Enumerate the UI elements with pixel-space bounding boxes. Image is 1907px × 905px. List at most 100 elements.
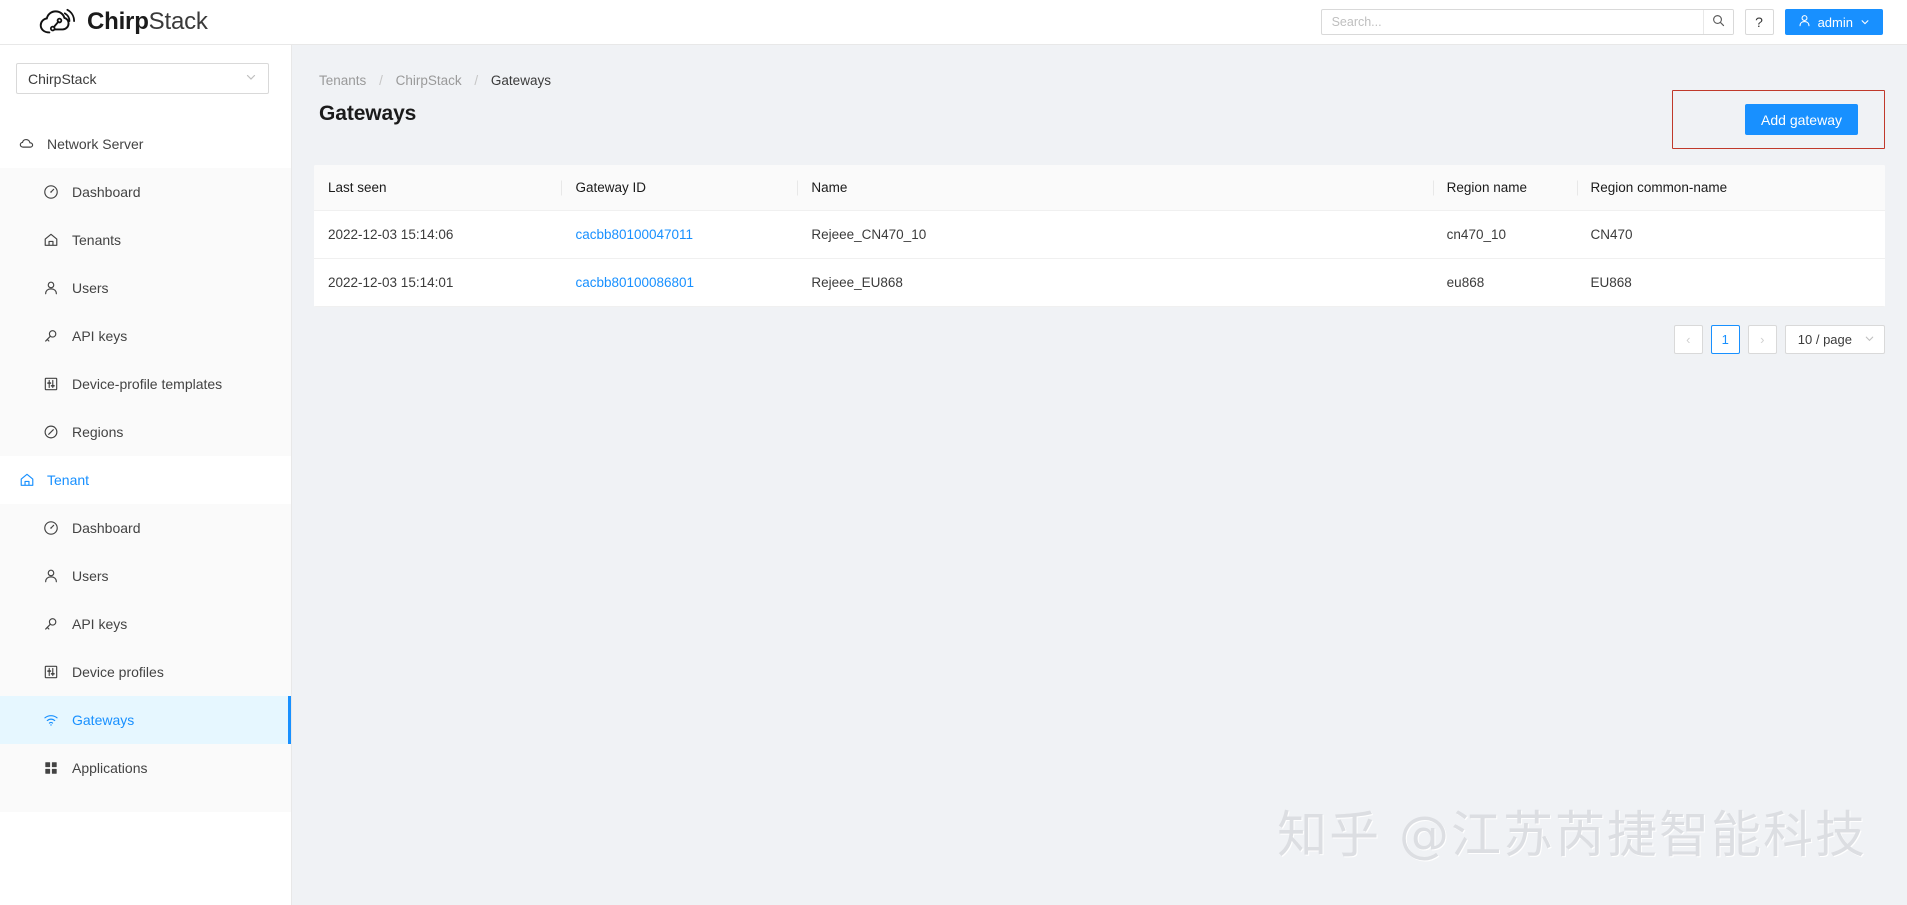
breadcrumb-item-tenants[interactable]: Tenants xyxy=(319,73,366,88)
sidebar-group-label: Network Server xyxy=(47,136,143,152)
add-gateway-button[interactable]: Add gateway xyxy=(1745,104,1858,135)
sidebar-item-label: Applications xyxy=(72,760,148,776)
sidebar-group-label: Tenant xyxy=(47,472,89,488)
key-icon xyxy=(42,328,59,345)
dashboard-icon xyxy=(42,184,59,201)
sidebar-item-label: Dashboard xyxy=(72,520,141,536)
gateways-table: Last seen Gateway ID Name Region name Re… xyxy=(314,165,1885,307)
sliders-icon xyxy=(42,376,59,393)
sidebar-item-label: API keys xyxy=(72,616,127,632)
sidebar-item-api-keys[interactable]: API keys xyxy=(0,312,291,360)
breadcrumb: Tenants / ChirpStack / Gateways xyxy=(319,73,1907,88)
sidebar-item-label: Regions xyxy=(72,424,123,440)
breadcrumb-separator: / xyxy=(474,73,478,88)
search-box[interactable] xyxy=(1321,9,1734,35)
breadcrumb-item-chirpstack[interactable]: ChirpStack xyxy=(396,73,462,88)
cell-last-seen: 2022-12-03 15:14:01 xyxy=(314,259,561,307)
sidebar-item-label: API keys xyxy=(72,328,127,344)
chevron-down-icon xyxy=(1860,15,1870,30)
cell-gateway-id: cacbb80100086801 xyxy=(561,259,797,307)
user-icon xyxy=(42,568,59,585)
user-icon xyxy=(42,280,59,297)
column-header-gateway-id[interactable]: Gateway ID xyxy=(561,165,797,211)
table-row[interactable]: 2022-12-03 15:14:06 cacbb80100047011 Rej… xyxy=(314,211,1885,259)
breadcrumb-item-gateways: Gateways xyxy=(491,73,551,88)
cloud-icon xyxy=(18,136,35,153)
pagination-prev-button[interactable]: ‹ xyxy=(1674,325,1703,354)
sidebar-item-label: Users xyxy=(72,568,109,584)
sidebar-item-device-profile-templates[interactable]: Device-profile templates xyxy=(0,360,291,408)
grid-icon xyxy=(42,760,59,777)
header-actions: ? admin xyxy=(1321,9,1883,35)
gateway-id-link[interactable]: cacbb80100047011 xyxy=(575,227,693,242)
gateway-id-link[interactable]: cacbb80100086801 xyxy=(575,275,694,290)
key-icon xyxy=(42,616,59,633)
sidebar-item-users[interactable]: Users xyxy=(0,264,291,312)
sidebar-item-label: Device-profile templates xyxy=(72,376,222,392)
sidebar-item-label: Tenants xyxy=(72,232,121,248)
sidebar-item-tenant-dashboard[interactable]: Dashboard xyxy=(0,504,291,552)
search-input[interactable] xyxy=(1322,10,1703,34)
sidebar-item-applications[interactable]: Applications xyxy=(0,744,291,792)
admin-label: admin xyxy=(1818,15,1853,30)
logo-wordmark: ChirpStack xyxy=(87,10,208,34)
sliders-icon xyxy=(42,664,59,681)
sidebar-item-dashboard[interactable]: Dashboard xyxy=(0,168,291,216)
cell-last-seen: 2022-12-03 15:14:06 xyxy=(314,211,561,259)
pagination-next-button[interactable]: › xyxy=(1748,325,1777,354)
sidebar: ChirpStack Network Server Dashboard xyxy=(0,45,292,905)
table-row[interactable]: 2022-12-03 15:14:01 cacbb80100086801 Rej… xyxy=(314,259,1885,307)
column-header-name[interactable]: Name xyxy=(797,165,1432,211)
column-header-region-common-name[interactable]: Region common-name xyxy=(1577,165,1885,211)
sidebar-group-network-server[interactable]: Network Server xyxy=(0,120,291,168)
page-header: Tenants / ChirpStack / Gateways Gateways… xyxy=(292,45,1907,165)
sidebar-item-regions[interactable]: Regions xyxy=(0,408,291,456)
sidebar-bottom-spacer xyxy=(0,792,291,812)
tenant-selector-value: ChirpStack xyxy=(28,71,245,87)
column-header-last-seen[interactable]: Last seen xyxy=(314,165,561,211)
chevron-down-icon xyxy=(245,70,257,88)
cell-name: Rejeee_EU868 xyxy=(797,259,1432,307)
wifi-icon xyxy=(42,712,59,729)
sidebar-item-label: Users xyxy=(72,280,109,296)
watermark: 知乎 @江苏芮捷智能科技 xyxy=(1277,795,1867,867)
breadcrumb-separator: / xyxy=(379,73,383,88)
chevron-down-icon xyxy=(1864,332,1875,347)
sidebar-item-label: Gateways xyxy=(72,712,134,728)
cell-region-name: eu868 xyxy=(1433,259,1577,307)
page-size-label: 10 / page xyxy=(1798,332,1852,347)
main-content: Tenants / ChirpStack / Gateways Gateways… xyxy=(292,45,1907,905)
home-icon xyxy=(42,232,59,249)
add-gateway-highlight-box: Add gateway xyxy=(1672,90,1885,149)
column-header-region-name[interactable]: Region name xyxy=(1433,165,1577,211)
page-title: Gateways xyxy=(319,102,1907,126)
cell-name: Rejeee_CN470_10 xyxy=(797,211,1432,259)
help-button[interactable]: ? xyxy=(1745,9,1774,35)
app-header: ChirpStack ? admin xyxy=(0,0,1907,45)
chirpstack-logo[interactable]: ChirpStack xyxy=(38,7,208,37)
sidebar-item-label: Dashboard xyxy=(72,184,141,200)
logo-word-stack: Stack xyxy=(149,8,208,35)
cloud-signal-logo-icon xyxy=(38,7,78,37)
pagination-page-1[interactable]: 1 xyxy=(1711,325,1740,354)
sidebar-item-gateways[interactable]: Gateways xyxy=(0,696,291,744)
cell-region-common-name: CN470 xyxy=(1577,211,1885,259)
compass-icon xyxy=(42,424,59,441)
tenant-selector[interactable]: ChirpStack xyxy=(16,63,269,94)
user-icon xyxy=(1798,14,1811,30)
search-button[interactable] xyxy=(1703,10,1733,34)
logo-word-chirp: Chirp xyxy=(87,8,149,35)
home-icon xyxy=(18,472,35,489)
sidebar-item-tenant-api-keys[interactable]: API keys xyxy=(0,600,291,648)
admin-menu-button[interactable]: admin xyxy=(1785,9,1883,35)
sidebar-item-tenants[interactable]: Tenants xyxy=(0,216,291,264)
sidebar-group-network-server-items: Dashboard Tenants Users xyxy=(0,168,291,456)
page-size-selector[interactable]: 10 / page xyxy=(1785,325,1885,354)
sidebar-item-device-profiles[interactable]: Device profiles xyxy=(0,648,291,696)
cell-region-name: cn470_10 xyxy=(1433,211,1577,259)
sidebar-item-tenant-users[interactable]: Users xyxy=(0,552,291,600)
sidebar-group-tenant[interactable]: Tenant xyxy=(0,456,291,504)
cell-region-common-name: EU868 xyxy=(1577,259,1885,307)
pagination: ‹ 1 › 10 / page xyxy=(292,325,1885,354)
dashboard-icon xyxy=(42,520,59,537)
